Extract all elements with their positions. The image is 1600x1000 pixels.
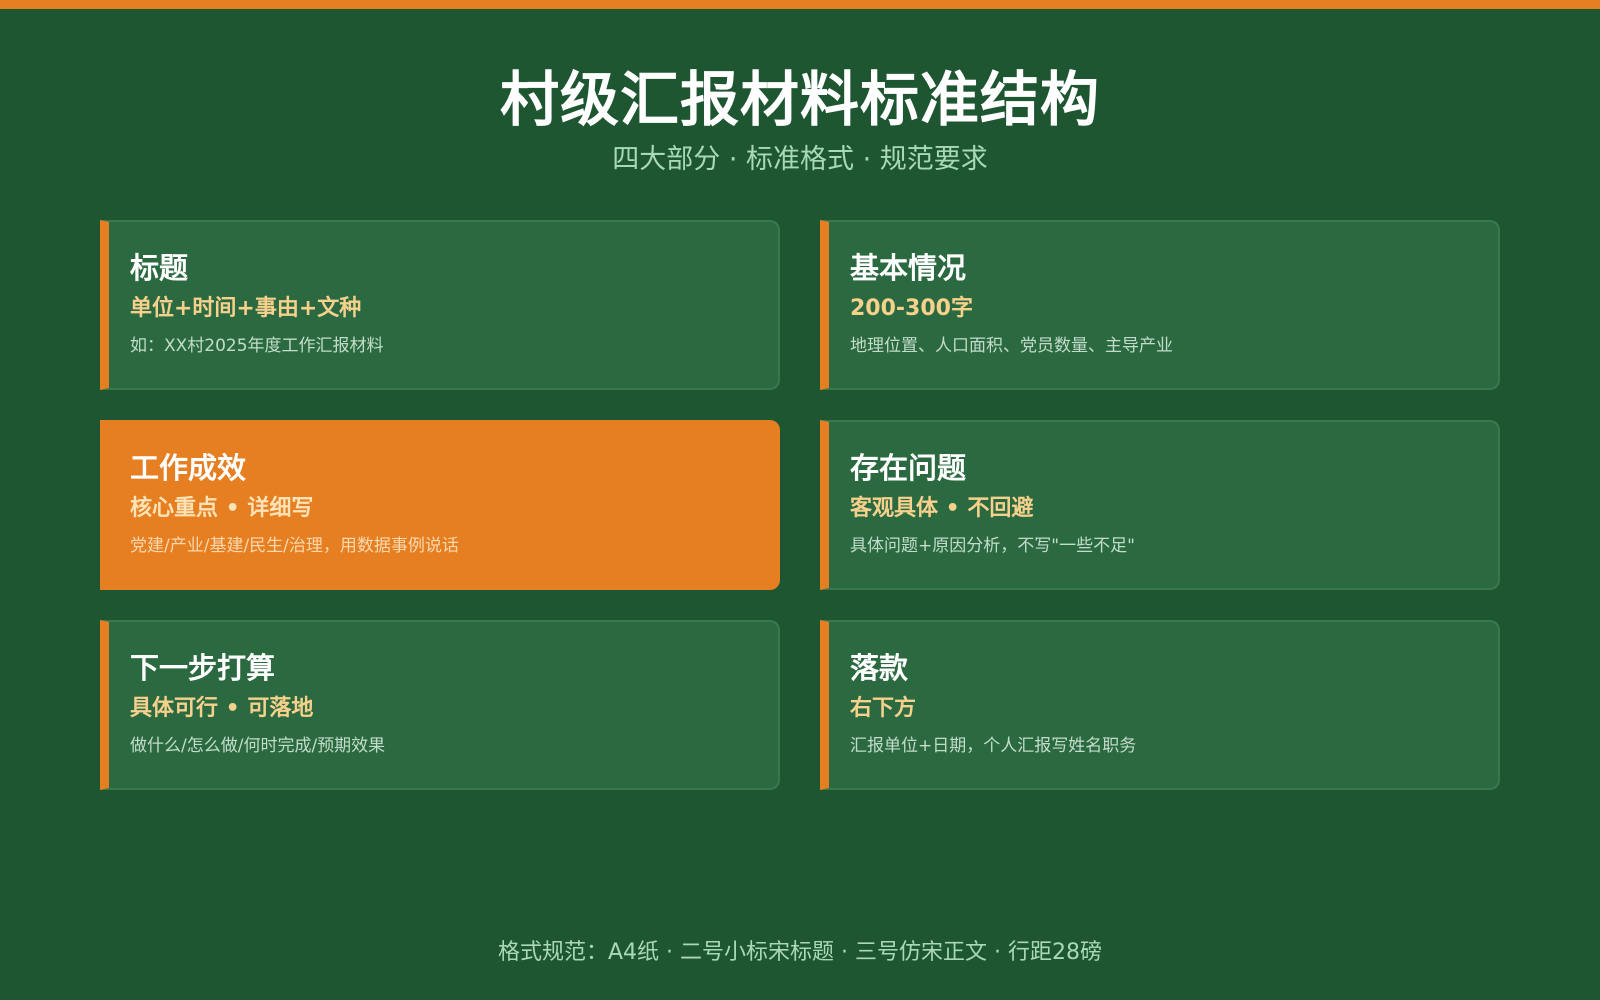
card-signature: 落款 右下方 汇报单位+日期，个人汇报写姓名职务 (820, 620, 1500, 790)
card-existing-problems: 存在问题 客观具体 • 不回避 具体问题+原因分析，不写"一些不足" (820, 420, 1500, 590)
card-subtitle: 右下方 (850, 696, 917, 721)
card-subtitle: 客观具体 • 不回避 (850, 496, 1034, 521)
card-description: 党建/产业/基建/民生/治理，用数据事例说话 (130, 536, 459, 556)
format-footer: 格式规范：A4纸 · 二号小标宋标题 · 三号仿宋正文 · 行距28磅 (498, 940, 1102, 965)
card-description: 如：XX村2025年度工作汇报材料 (130, 336, 384, 356)
card-title: 标题 (130, 251, 189, 285)
card-title: 存在问题 (850, 451, 967, 485)
card-description: 地理位置、人口面积、党员数量、主导产业 (850, 336, 1173, 356)
card-description: 汇报单位+日期，个人汇报写姓名职务 (850, 736, 1137, 756)
card-description: 具体问题+原因分析，不写"一些不足" (850, 536, 1135, 556)
top-accent-bar (0, 0, 1600, 9)
card-subtitle: 核心重点 • 详细写 (130, 496, 314, 521)
structure-card-grid: 标题 单位+时间+事由+文种 如：XX村2025年度工作汇报材料 基本情况 20… (100, 220, 1500, 790)
page-title: 村级汇报材料标准结构 (499, 65, 1100, 134)
card-title: 工作成效 (130, 451, 247, 485)
card-title: 基本情况 (850, 251, 967, 285)
card-next-steps: 下一步打算 具体可行 • 可落地 做什么/怎么做/何时完成/预期效果 (100, 620, 780, 790)
card-description: 做什么/怎么做/何时完成/预期效果 (130, 736, 386, 756)
page-header: 村级汇报材料标准结构 四大部分 · 标准格式 · 规范要求 (0, 60, 1600, 180)
card-title: 下一步打算 (130, 651, 276, 685)
card-subtitle: 单位+时间+事由+文种 (130, 296, 362, 321)
card-title-section: 标题 单位+时间+事由+文种 如：XX村2025年度工作汇报材料 (100, 220, 780, 390)
card-title: 落款 (850, 651, 909, 685)
card-subtitle: 200-300字 (850, 296, 973, 321)
card-subtitle: 具体可行 • 可落地 (130, 696, 314, 721)
card-work-results: 工作成效 核心重点 • 详细写 党建/产业/基建/民生/治理，用数据事例说话 (100, 420, 780, 590)
page-subtitle: 四大部分 · 标准格式 · 规范要求 (612, 144, 988, 175)
card-basic-situation: 基本情况 200-300字 地理位置、人口面积、党员数量、主导产业 (820, 220, 1500, 390)
